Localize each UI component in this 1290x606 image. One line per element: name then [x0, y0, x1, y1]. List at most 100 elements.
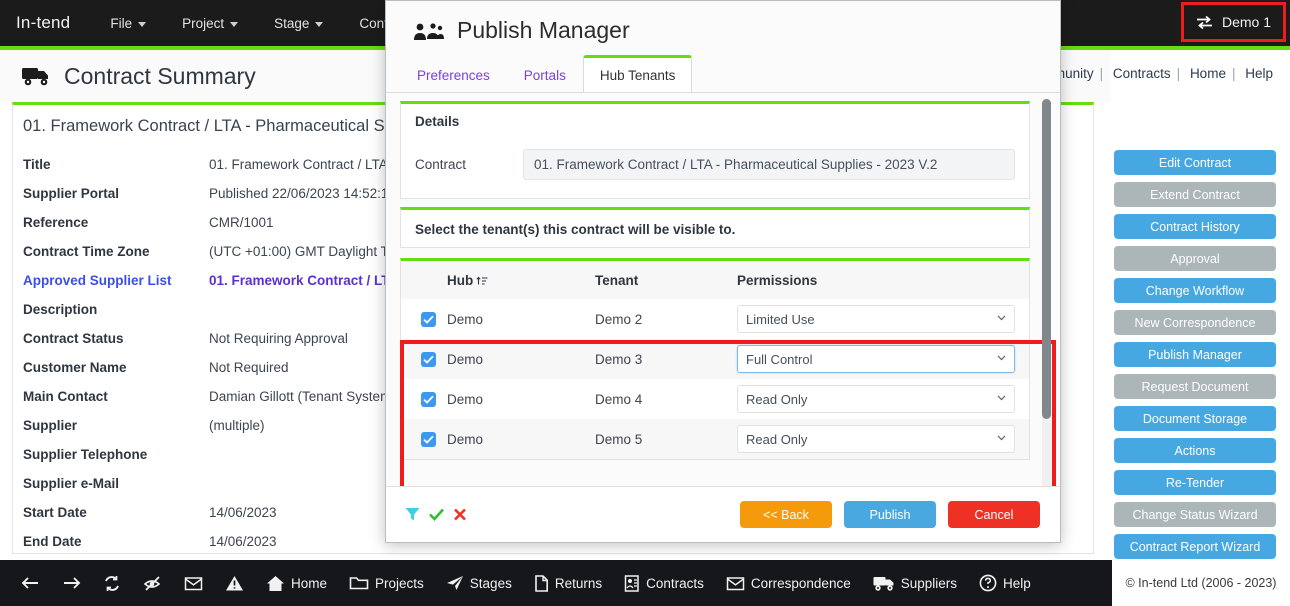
tenant-select-note: Select the tenant(s) this contract will …: [415, 222, 1015, 237]
chevron-down-icon: [138, 22, 146, 27]
tenant-cell: Demo 3: [595, 339, 737, 379]
sidebar-button-contract-report-wizard[interactable]: Contract Report Wizard: [1114, 534, 1276, 559]
details-panel: Details Contract 01. Framework Contract …: [400, 101, 1030, 199]
tab-hub-tenants[interactable]: Hub Tenants: [583, 55, 693, 93]
sidebar-button-publish-manager[interactable]: Publish Manager: [1114, 342, 1276, 367]
exchange-icon: [1196, 15, 1213, 30]
bottom-nav-label: Returns: [555, 576, 602, 591]
brand-logo[interactable]: In-tend: [0, 13, 92, 33]
sidebar-button-change-status-wizard: Change Status Wizard: [1114, 502, 1276, 527]
permission-cell: Full ControlLimited UseRead Only: [737, 339, 1029, 379]
table-row: DemoDemo 4Full ControlLimited UseRead On…: [401, 379, 1029, 419]
table-header-row: Hub Tenant Permissions: [401, 261, 1029, 299]
sidebar-button-extend-contract: Extend Contract: [1114, 182, 1276, 207]
bottom-nav-stages[interactable]: Stages: [435, 560, 523, 606]
folder-icon: [349, 575, 369, 591]
sidebar-button-change-workflow[interactable]: Change Workflow: [1114, 278, 1276, 303]
sidebar-button-contract-history[interactable]: Contract History: [1114, 214, 1276, 239]
bottom-nav-suppliers[interactable]: Suppliers: [862, 560, 968, 606]
permission-select[interactable]: Full ControlLimited UseRead Only: [737, 425, 1015, 453]
nav-link-help[interactable]: Help: [1242, 66, 1276, 81]
bottom-nav-arrow-left[interactable]: [10, 560, 51, 606]
refresh-icon: [103, 575, 121, 592]
question-circle-icon: [979, 574, 997, 592]
bottom-nav-projects[interactable]: Projects: [338, 560, 435, 606]
tenant-switcher-button[interactable]: Demo 1: [1181, 2, 1286, 42]
hub-cell: Demo: [447, 299, 595, 339]
nav-item-project-label: Project: [182, 16, 224, 31]
bottom-nav-help[interactable]: Help: [968, 560, 1042, 606]
tab-portals[interactable]: Portals: [507, 57, 583, 93]
bottom-nav-refresh[interactable]: [92, 560, 132, 606]
tenant-checkbox[interactable]: [421, 352, 436, 367]
detail-label: Contract Time Zone: [13, 237, 199, 266]
bottom-nav-label: Contracts: [646, 576, 704, 591]
sidebar-button-request-document: Request Document: [1114, 374, 1276, 399]
table-row: DemoDemo 2Full ControlLimited UseRead On…: [401, 299, 1029, 339]
detail-label[interactable]: Approved Supplier List: [13, 266, 199, 295]
row-checkbox-cell: [401, 339, 447, 379]
tab-preferences[interactable]: Preferences: [400, 57, 507, 93]
tenant-checkbox[interactable]: [421, 312, 436, 327]
tenant-table-panel: Hub Tenant Permissions DemoDemo: [400, 258, 1030, 460]
permissions-column-header[interactable]: Permissions: [737, 261, 1029, 299]
filter-icon[interactable]: [404, 506, 421, 523]
permission-select[interactable]: Full ControlLimited UseRead Only: [737, 345, 1015, 373]
tenant-column-header[interactable]: Tenant: [595, 261, 737, 299]
application-window: In-tend File Project Stage Contracts Dem…: [0, 0, 1290, 606]
envelope-icon: [184, 576, 203, 591]
nav-item-file[interactable]: File: [92, 0, 164, 46]
nav-item-project[interactable]: Project: [164, 0, 256, 46]
bottom-nav-eye-slash[interactable]: [132, 560, 173, 606]
bottom-nav-label: Help: [1003, 576, 1031, 591]
bottom-nav-arrow-right[interactable]: [51, 560, 92, 606]
modal-body-inner: Details Contract 01. Framework Contract …: [386, 93, 1060, 486]
hub-cell: Demo: [447, 419, 595, 459]
sort-ascending-icon[interactable]: [476, 275, 488, 287]
row-checkbox-cell: [401, 379, 447, 419]
tenant-switcher-label: Demo 1: [1222, 14, 1271, 30]
table-row: DemoDemo 5Full ControlLimited UseRead On…: [401, 419, 1029, 459]
footer-icon-group: [404, 506, 468, 523]
sidebar-button-actions[interactable]: Actions: [1114, 438, 1276, 463]
arrow-right-icon: [62, 575, 81, 591]
tenant-checkbox[interactable]: [421, 392, 436, 407]
bottom-nav-correspondence[interactable]: Correspondence: [715, 560, 862, 606]
secondary-nav-links: mmunity| Contracts| Home| Help: [1040, 66, 1276, 81]
back-button[interactable]: << Back: [740, 501, 832, 528]
bottom-nav-label: Suppliers: [901, 576, 957, 591]
hub-column-header[interactable]: Hub: [447, 261, 595, 299]
check-icon[interactable]: [428, 506, 445, 523]
nav-link-home[interactable]: Home: [1187, 66, 1229, 81]
hub-cell: Demo: [447, 339, 595, 379]
sidebar-button-document-storage[interactable]: Document Storage: [1114, 406, 1276, 431]
select-all-header: [401, 261, 447, 299]
home-icon: [266, 575, 285, 592]
sidebar-button-re-tender[interactable]: Re-Tender: [1114, 470, 1276, 495]
bottom-nav-warning[interactable]: [214, 560, 255, 606]
bottom-nav-contracts[interactable]: Contracts: [613, 560, 715, 606]
hub-header-label: Hub: [447, 273, 473, 288]
nav-item-stage[interactable]: Stage: [256, 0, 341, 46]
truck-icon: [22, 65, 52, 87]
publish-button[interactable]: Publish: [844, 501, 936, 528]
modal-header: Publish Manager: [386, 1, 1060, 44]
cross-icon[interactable]: [452, 506, 468, 523]
cancel-button[interactable]: Cancel: [948, 501, 1040, 528]
bottom-nav-home[interactable]: Home: [255, 560, 338, 606]
sidebar-button-edit-contract[interactable]: Edit Contract: [1114, 150, 1276, 175]
detail-label: Supplier Telephone: [13, 440, 199, 469]
contract-field-value: 01. Framework Contract / LTA - Pharmaceu…: [523, 149, 1015, 180]
sidebar-button-approval: Approval: [1114, 246, 1276, 271]
tenant-checkbox[interactable]: [421, 432, 436, 447]
tenant-cell: Demo 5: [595, 419, 737, 459]
permission-select[interactable]: Full ControlLimited UseRead Only: [737, 385, 1015, 413]
modal-scrollbar-thumb[interactable]: [1042, 99, 1051, 419]
permission-select[interactable]: Full ControlLimited UseRead Only: [737, 305, 1015, 333]
publish-manager-modal: Publish Manager PreferencesPortalsHub Te…: [385, 0, 1061, 543]
nav-link-contracts[interactable]: Contracts: [1110, 66, 1174, 81]
bottom-nav-envelope[interactable]: [173, 560, 214, 606]
tenant-cell: Demo 2: [595, 299, 737, 339]
bottom-nav-returns[interactable]: Returns: [523, 560, 613, 606]
arrow-left-icon: [21, 575, 40, 591]
